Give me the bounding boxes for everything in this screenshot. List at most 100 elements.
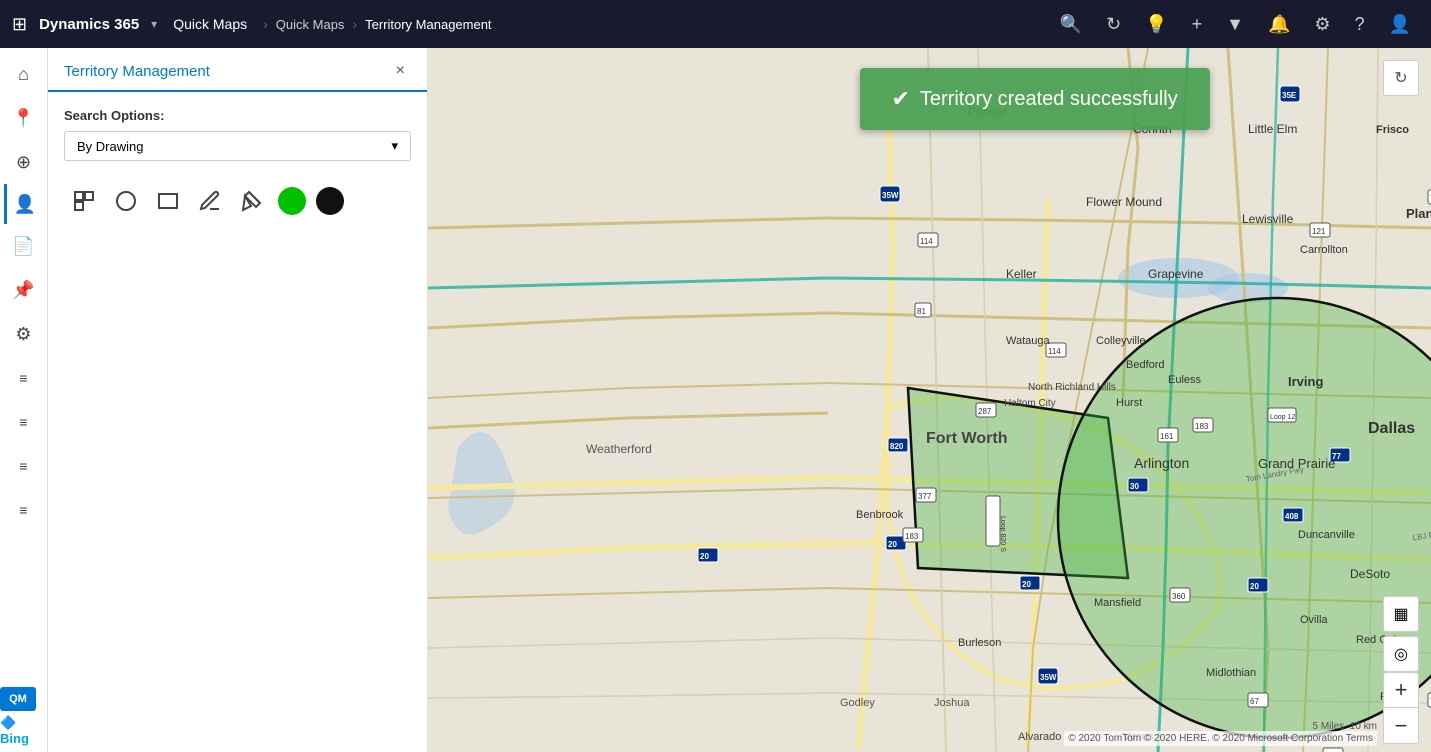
svg-text:Dallas: Dallas: [1368, 420, 1415, 437]
top-nav: ⊞ Dynamics 365 ▾ Quick Maps › Quick Maps…: [0, 0, 1431, 48]
svg-text:Mansfield: Mansfield: [1094, 597, 1141, 609]
sidebar-stack4[interactable]: ≡: [4, 490, 44, 530]
gear-icon[interactable]: ⚙: [1306, 10, 1338, 39]
svg-text:Ovilla: Ovilla: [1300, 614, 1328, 626]
svg-text:Burleson: Burleson: [958, 637, 1001, 649]
svg-text:121: 121: [1312, 227, 1326, 236]
svg-text:Loop 820 S: Loop 820 S: [999, 516, 1006, 552]
svg-text:287: 287: [978, 407, 992, 416]
brand-name: Dynamics 365: [39, 16, 139, 33]
svg-text:DeSoto: DeSoto: [1350, 567, 1390, 581]
circle-arrow-icon[interactable]: ↻: [1098, 10, 1129, 39]
bell-icon[interactable]: 🔔: [1260, 10, 1298, 39]
svg-text:20: 20: [700, 552, 709, 561]
svg-text:Colleyville: Colleyville: [1096, 335, 1146, 347]
panel-body: Search Options: By Drawing ▾: [48, 92, 427, 241]
sidebar-layers[interactable]: ⊕: [4, 142, 44, 182]
svg-text:114: 114: [920, 237, 933, 246]
qm-badge: QM: [0, 687, 36, 711]
svg-text:Keller: Keller: [1006, 267, 1037, 281]
breadcrumb-quickmaps[interactable]: Quick Maps: [276, 17, 345, 32]
svg-text:Joshua: Joshua: [934, 697, 970, 709]
svg-text:Alvarado: Alvarado: [1018, 731, 1061, 743]
sidebar-stack3[interactable]: ≡: [4, 446, 44, 486]
dropdown-chevron: ▾: [391, 138, 398, 154]
rectangle-draw-tool[interactable]: [152, 185, 184, 217]
svg-text:20: 20: [1250, 582, 1259, 591]
svg-text:183: 183: [905, 532, 919, 541]
svg-text:30: 30: [1130, 482, 1139, 491]
breadcrumb-separator: ›: [263, 16, 268, 32]
svg-text:Carrollton: Carrollton: [1300, 244, 1348, 256]
toast-message: Territory created successfully: [920, 88, 1178, 111]
map-zoom-in-button[interactable]: +: [1383, 672, 1419, 708]
sidebar-pin[interactable]: 📌: [4, 270, 44, 310]
svg-text:Fort Worth: Fort Worth: [926, 430, 1007, 447]
panel-close-button[interactable]: ×: [390, 60, 411, 82]
svg-text:360: 360: [1172, 592, 1186, 601]
panel-header: Territory Management ×: [48, 48, 427, 92]
svg-text:Bedford: Bedford: [1126, 359, 1165, 371]
dropdown-value: By Drawing: [77, 139, 143, 154]
svg-text:Grapevine: Grapevine: [1148, 267, 1204, 281]
person-icon[interactable]: 👤: [1381, 10, 1419, 39]
svg-text:Duncanville: Duncanville: [1298, 529, 1355, 541]
svg-text:183: 183: [1195, 422, 1209, 431]
svg-text:Little Elm: Little Elm: [1248, 122, 1297, 136]
sidebar-stack1[interactable]: ≡: [4, 358, 44, 398]
search-icon[interactable]: 🔍: [1052, 10, 1090, 39]
breadcrumb-territory: Territory Management: [365, 17, 491, 32]
svg-text:Euless: Euless: [1168, 374, 1202, 386]
svg-text:Watauga: Watauga: [1006, 335, 1051, 347]
color-green-picker[interactable]: [278, 187, 306, 215]
map-area[interactable]: 35W 35E 114 121 75 81 635 183 161 Loop 1…: [428, 48, 1431, 752]
map-svg: 35W 35E 114 121 75 81 635 183 161 Loop 1…: [428, 48, 1431, 752]
app-name: Quick Maps: [173, 16, 247, 32]
color-black-picker[interactable]: [316, 187, 344, 215]
map-layer-button[interactable]: ▦: [1383, 596, 1419, 632]
select-tool[interactable]: [68, 185, 100, 217]
svg-text:35W: 35W: [1040, 673, 1057, 682]
svg-text:35E: 35E: [1282, 91, 1297, 100]
sidebar-document[interactable]: 📄: [4, 226, 44, 266]
grid-icon[interactable]: ⊞: [12, 14, 27, 35]
svg-text:820: 820: [890, 442, 904, 451]
lightbulb-icon[interactable]: 💡: [1137, 10, 1175, 39]
bing-logo: 🔷 Bing: [0, 715, 47, 746]
svg-text:408: 408: [1285, 512, 1299, 521]
drawing-tools-bar: [64, 177, 411, 225]
svg-text:20: 20: [888, 540, 897, 549]
svg-text:Hurst: Hurst: [1116, 397, 1142, 409]
sidebar-location[interactable]: 📍: [4, 98, 44, 138]
map-locate-button[interactable]: ◎: [1383, 636, 1419, 672]
pen-draw-tool[interactable]: [194, 185, 226, 217]
success-toast: ✔ Territory created successfully: [859, 68, 1209, 130]
left-sidebar: ⌂ 📍 ⊕ 👤 📄 📌 ⚙ ≡ ≡ ≡ ≡ QM 🔷 Bing: [0, 48, 48, 752]
sidebar-settings[interactable]: ⚙: [4, 314, 44, 354]
panel-title: Territory Management: [64, 63, 210, 80]
map-refresh-button[interactable]: ↻: [1383, 60, 1419, 96]
sidebar-home[interactable]: ⌂: [4, 54, 44, 94]
svg-text:Frisco: Frisco: [1376, 124, 1409, 136]
map-attribution: © 2020 TomTom © 2020 HERE. © 2020 Micros…: [1064, 731, 1377, 746]
search-options-label: Search Options:: [64, 108, 411, 123]
highlighter-draw-tool[interactable]: [236, 185, 268, 217]
circle-draw-tool[interactable]: [110, 185, 142, 217]
map-zoom-out-button[interactable]: −: [1383, 708, 1419, 744]
sidebar-stack2[interactable]: ≡: [4, 402, 44, 442]
brand-chevron[interactable]: ▾: [151, 17, 157, 31]
toast-check-icon: ✔: [891, 86, 909, 112]
svg-text:Arlington: Arlington: [1134, 455, 1189, 471]
search-type-dropdown[interactable]: By Drawing ▾: [64, 131, 411, 161]
svg-text:Plano: Plano: [1406, 206, 1431, 221]
plus-icon[interactable]: +: [1184, 10, 1211, 39]
svg-text:Lewisville: Lewisville: [1242, 212, 1294, 226]
question-icon[interactable]: ?: [1347, 10, 1373, 39]
svg-text:Benbrook: Benbrook: [856, 509, 904, 521]
svg-text:Flower Mound: Flower Mound: [1086, 195, 1162, 209]
svg-text:161: 161: [1160, 432, 1174, 441]
svg-text:67: 67: [1250, 697, 1259, 706]
filter-icon[interactable]: ▼: [1218, 10, 1252, 39]
sidebar-territory-active[interactable]: 👤: [4, 184, 44, 224]
svg-text:Haltom City: Haltom City: [1004, 398, 1056, 409]
